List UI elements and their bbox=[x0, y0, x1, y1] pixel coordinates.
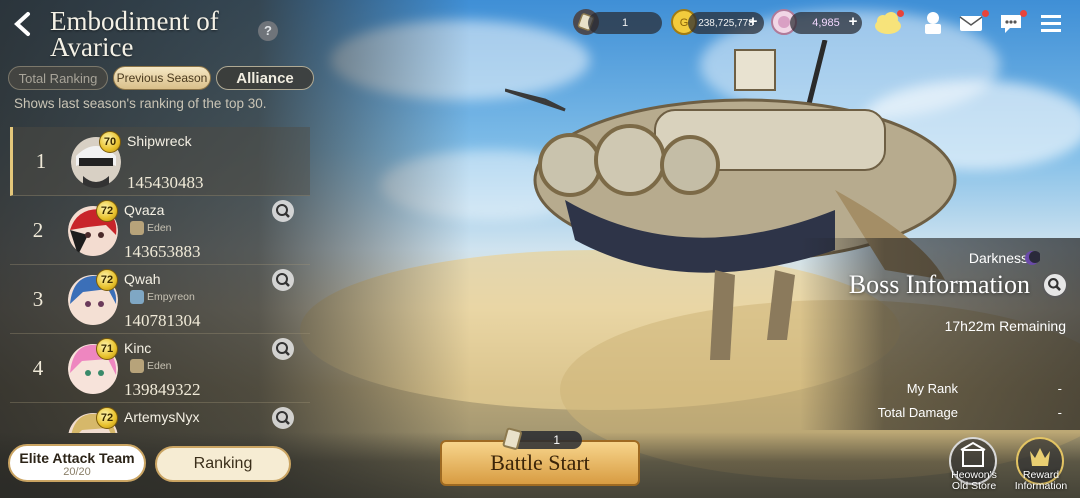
elite-attack-team-label: Elite Attack Team bbox=[19, 450, 135, 466]
rank-number: 3 bbox=[32, 287, 44, 311]
elite-attack-team-count: 20/20 bbox=[63, 466, 91, 478]
player-name: Kinc bbox=[124, 340, 152, 356]
rank-number: 4 bbox=[32, 356, 44, 380]
magnifier-icon[interactable] bbox=[272, 269, 294, 291]
guild-name: Eden bbox=[147, 360, 172, 372]
rank-number: 2 bbox=[32, 218, 44, 242]
help-icon[interactable]: ? bbox=[258, 21, 278, 41]
guild-name: Empyreon bbox=[147, 291, 195, 303]
boss-panel-backdrop bbox=[800, 238, 1080, 430]
ranking-row[interactable]: 1 70 Shipwreck 145430483 bbox=[10, 127, 310, 196]
player-score: 143653883 bbox=[124, 242, 201, 261]
boss-information-title: Boss Information bbox=[848, 270, 1030, 299]
ranking-row[interactable]: 72 ArtemysNyx bbox=[10, 403, 310, 433]
ranking-list[interactable]: 1 70 Shipwreck 145430483 2 72 Qvaza Eden… bbox=[10, 127, 310, 433]
guild-tag: Empyreon bbox=[130, 290, 195, 304]
notification-dot bbox=[897, 10, 904, 17]
guild-emblem-icon bbox=[130, 290, 144, 304]
player-name: Qwah bbox=[124, 271, 161, 287]
gem-amount: 4,985 bbox=[812, 17, 840, 29]
reward-info-label-line2: Information bbox=[1014, 480, 1068, 492]
level-badge: 70 bbox=[99, 131, 121, 153]
ranking-button[interactable]: Ranking bbox=[155, 446, 291, 482]
old-store-label-line2: Old Store bbox=[951, 480, 997, 492]
mailman-icon[interactable] bbox=[920, 10, 946, 36]
ranking-tabs: Total Ranking Previous Season Alliance bbox=[8, 66, 314, 90]
ticket-count: 1 bbox=[621, 17, 629, 29]
back-arrow-icon[interactable] bbox=[8, 8, 38, 40]
ticket-icon bbox=[502, 427, 522, 450]
magnifier-icon[interactable] bbox=[272, 407, 294, 429]
level-badge: 72 bbox=[96, 269, 118, 291]
magnifier-icon[interactable] bbox=[272, 200, 294, 222]
page-title: Embodiment of Avarice bbox=[50, 6, 219, 62]
ranking-row[interactable]: 3 72 Qwah Empyreon 140781304 bbox=[10, 265, 310, 334]
level-badge: 71 bbox=[96, 338, 118, 360]
player-score: 145430483 bbox=[127, 173, 204, 192]
notification-dot bbox=[1020, 10, 1027, 17]
tab-total-ranking[interactable]: Total Ranking bbox=[8, 66, 108, 90]
total-damage-label: Total Damage bbox=[877, 405, 958, 420]
notification-dot bbox=[982, 10, 989, 17]
elite-attack-team-button[interactable]: Elite Attack Team 20/20 bbox=[8, 444, 146, 482]
add-gold-button[interactable]: + bbox=[746, 14, 760, 29]
my-rank-value: - bbox=[1057, 381, 1062, 396]
ranking-row[interactable]: 4 71 Kinc Eden 139849322 bbox=[10, 334, 310, 403]
ticket-counter: 1 bbox=[588, 12, 662, 34]
svg-text:G: G bbox=[680, 17, 689, 29]
guild-emblem-icon bbox=[130, 359, 144, 373]
player-name: Shipwreck bbox=[127, 133, 192, 149]
boss-search-icon[interactable] bbox=[1042, 272, 1068, 298]
guild-name: Eden bbox=[147, 222, 172, 234]
ranking-row[interactable]: 2 72 Qvaza Eden 143653883 bbox=[10, 196, 310, 265]
reward-info-label: Reward Information bbox=[1006, 470, 1076, 492]
player-score: 139849322 bbox=[124, 380, 201, 399]
magnifier-icon[interactable] bbox=[272, 338, 294, 360]
guild-tag: Eden bbox=[130, 221, 172, 235]
old-store-label: Heowon's Old Store bbox=[944, 470, 1004, 492]
my-rank-label: My Rank bbox=[906, 381, 958, 396]
player-name: Qvaza bbox=[124, 202, 165, 218]
ranking-description: Shows last season's ranking of the top 3… bbox=[14, 96, 267, 111]
boss-element: Darkness bbox=[968, 250, 1028, 266]
level-badge: 72 bbox=[96, 407, 118, 429]
guild-emblem-icon bbox=[130, 221, 144, 235]
total-damage-value: - bbox=[1057, 405, 1062, 420]
mail-icon[interactable] bbox=[958, 10, 984, 36]
level-badge: 72 bbox=[96, 200, 118, 222]
guild-tag: Eden bbox=[130, 359, 172, 373]
tab-previous-season[interactable]: Previous Season bbox=[113, 66, 211, 90]
player-score: 140781304 bbox=[124, 311, 201, 330]
darkness-moon-icon bbox=[1025, 251, 1040, 265]
tab-alliance[interactable]: Alliance bbox=[216, 66, 314, 90]
player-name: ArtemysNyx bbox=[124, 409, 200, 425]
hamburger-menu-icon[interactable] bbox=[1038, 10, 1064, 36]
rank-number: 1 bbox=[35, 149, 47, 173]
time-remaining: 17h22m Remaining bbox=[944, 318, 1066, 334]
add-gems-button[interactable]: + bbox=[846, 14, 860, 29]
